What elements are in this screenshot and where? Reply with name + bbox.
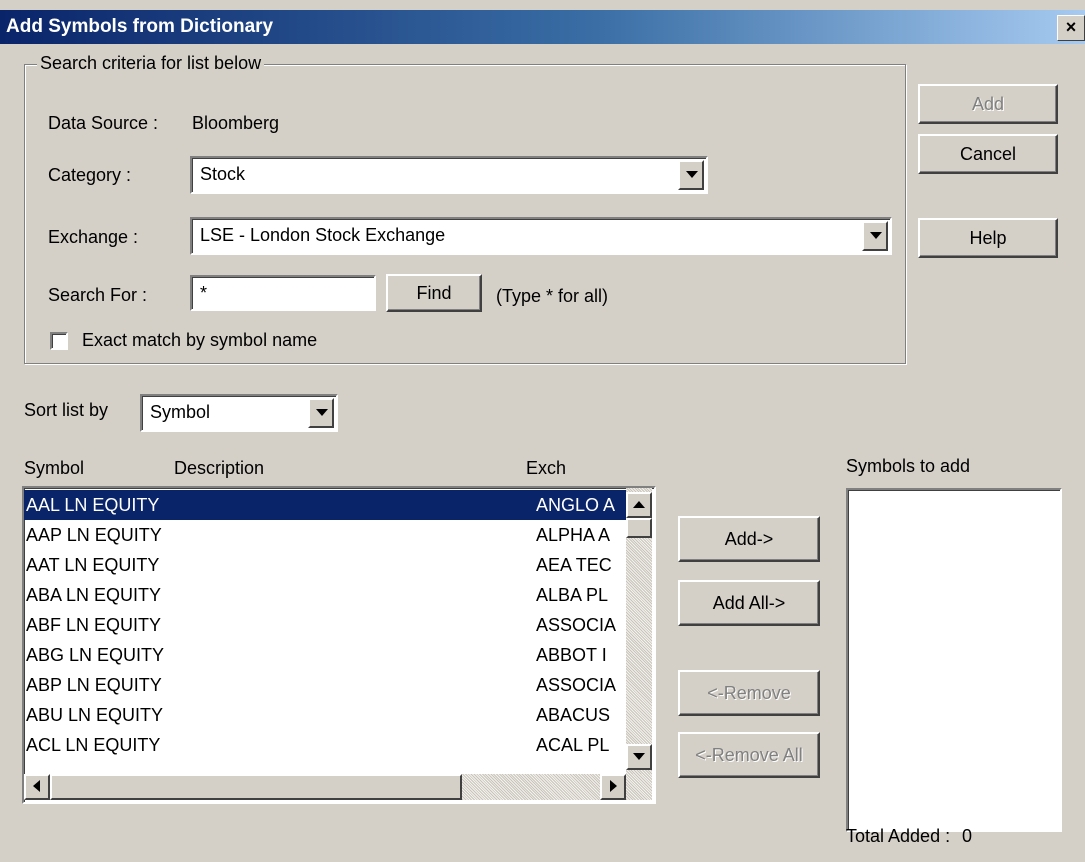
list-item-exch: ABACUS xyxy=(536,705,611,725)
symbols-to-add-label: Symbols to add xyxy=(846,456,971,476)
total-added-value: 0 xyxy=(962,826,973,846)
list-item[interactable]: AAP LN EQUITY ALPHA A xyxy=(24,520,626,550)
scroll-up-button[interactable] xyxy=(626,492,652,518)
find-button[interactable]: Find xyxy=(386,274,482,312)
scroll-left-button[interactable] xyxy=(24,774,50,800)
column-header-description[interactable]: Description xyxy=(174,458,264,479)
list-item-exch: ANGLO A xyxy=(536,495,616,515)
category-label: Category : xyxy=(48,165,132,185)
close-button[interactable]: × xyxy=(1057,15,1085,41)
data-source-value: Bloomberg xyxy=(192,113,280,133)
list-item-exch: ALBA PL xyxy=(536,585,609,605)
search-hint: (Type * for all) xyxy=(496,286,609,306)
symbol-list[interactable]: AAL LN EQUITY ANGLO A AAP LN EQUITY ALPHA A… xyxy=(22,486,656,804)
cancel-button[interactable]: Cancel xyxy=(918,134,1058,174)
data-source-label: Data Source : xyxy=(48,113,159,133)
arrow-down-icon xyxy=(633,753,645,760)
total-added-label: Total Added : xyxy=(846,826,951,846)
symbols-to-add-list[interactable] xyxy=(846,488,1062,832)
list-item[interactable]: ABA LN EQUITY ALBA PL xyxy=(24,580,626,610)
list-item-symbol: AAL LN EQUITY xyxy=(26,495,160,515)
title-bar: Add Symbols from Dictionary × xyxy=(0,10,1085,44)
list-item-symbol: ABP LN EQUITY xyxy=(26,675,162,695)
search-criteria-group: Search criteria for list below xyxy=(24,53,906,364)
add-to-list-button[interactable]: Add-> xyxy=(678,516,820,562)
column-header-symbol[interactable]: Symbol xyxy=(24,458,84,479)
category-value: Stock xyxy=(200,164,246,184)
category-dropdown[interactable]: Stock xyxy=(190,156,708,194)
list-item[interactable]: ABU LN EQUITY ABACUS xyxy=(24,700,626,730)
arrow-up-icon xyxy=(633,501,645,508)
exchange-value: LSE - London Stock Exchange xyxy=(200,225,446,245)
list-item-exch: AEA TEC xyxy=(536,555,612,575)
column-header-exch[interactable]: Exch xyxy=(526,458,566,479)
list-item[interactable]: ABG LN EQUITY ABBOT I xyxy=(24,640,626,670)
list-item-symbol: AAT LN EQUITY xyxy=(26,555,160,575)
help-button[interactable]: Help xyxy=(918,218,1058,258)
sort-value: Symbol xyxy=(150,402,211,422)
search-for-label: Search For : xyxy=(48,285,148,305)
list-item[interactable]: ABP LN EQUITY ASSOCIA xyxy=(24,670,626,700)
add-button[interactable]: Add xyxy=(918,84,1058,124)
list-item-symbol: ABG LN EQUITY xyxy=(26,645,165,665)
chevron-down-icon[interactable] xyxy=(678,160,704,190)
list-item-symbol: ABF LN EQUITY xyxy=(26,615,162,635)
list-item-symbol: AAP LN EQUITY xyxy=(26,525,162,545)
exact-match-label: Exact match by symbol name xyxy=(82,330,318,350)
symbol-list-rows: AAL LN EQUITY ANGLO A AAP LN EQUITY ALPHA A… xyxy=(24,490,626,760)
list-item[interactable]: ACL LN EQUITY ACAL PL xyxy=(24,730,626,760)
chevron-down-icon[interactable] xyxy=(862,221,888,251)
chevron-down-icon[interactable] xyxy=(308,398,334,428)
group-label: Search criteria for list below xyxy=(37,53,265,74)
list-item-symbol: ABA LN EQUITY xyxy=(26,585,162,605)
add-all-button[interactable]: Add All-> xyxy=(678,580,820,626)
exact-match-checkbox[interactable] xyxy=(50,332,68,350)
remove-button[interactable]: <-Remove xyxy=(678,670,820,716)
list-item-exch: ASSOCIA xyxy=(536,615,617,635)
window-title: Add Symbols from Dictionary xyxy=(6,16,274,37)
list-item-exch: ASSOCIA xyxy=(536,675,617,695)
close-icon: × xyxy=(1065,17,1077,37)
arrow-right-icon xyxy=(610,780,617,792)
list-item-symbol: ACL LN EQUITY xyxy=(26,735,161,755)
exchange-label: Exchange : xyxy=(48,227,139,247)
exchange-dropdown[interactable]: LSE - London Stock Exchange xyxy=(190,217,892,255)
sort-label: Sort list by xyxy=(24,400,109,420)
list-item-symbol: ABU LN EQUITY xyxy=(26,705,164,725)
remove-all-button[interactable]: <-Remove All xyxy=(678,732,820,778)
arrow-left-icon xyxy=(33,780,40,792)
list-item-exch: ACAL PL xyxy=(536,735,610,755)
horizontal-scroll-thumb[interactable] xyxy=(50,774,462,800)
list-item-exch: ABBOT I xyxy=(536,645,607,665)
list-item[interactable]: ABF LN EQUITY ASSOCIA xyxy=(24,610,626,640)
sort-dropdown[interactable]: Symbol xyxy=(140,394,338,432)
list-item[interactable]: AAL LN EQUITY ANGLO A xyxy=(24,490,626,520)
scroll-right-button[interactable] xyxy=(600,774,626,800)
vertical-scroll-thumb[interactable] xyxy=(626,518,652,538)
scroll-down-button[interactable] xyxy=(626,744,652,770)
list-item-exch: ALPHA A xyxy=(536,525,611,545)
list-item[interactable]: AAT LN EQUITY AEA TEC xyxy=(24,550,626,580)
search-input[interactable] xyxy=(190,275,376,311)
